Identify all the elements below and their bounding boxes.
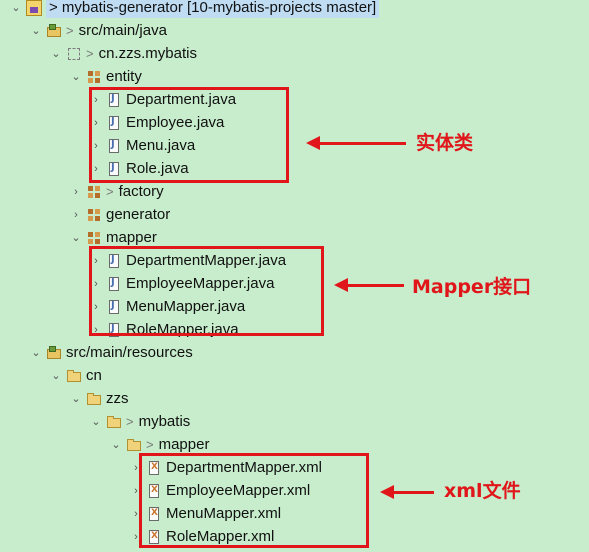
chevron-right-icon[interactable]: › [70, 186, 82, 198]
tree-item-folder-cn[interactable]: ⌄ cn [0, 364, 589, 387]
git-decoration-icon: > [126, 414, 134, 429]
tree-item-label: cn.zzs.mybatis [98, 44, 197, 62]
xml-files-highlight-box [139, 453, 369, 548]
chevron-down-icon[interactable]: ⌄ [50, 48, 62, 60]
tree-item-label: factory [118, 182, 164, 200]
xml-annotation: xml文件 [444, 480, 521, 502]
tree-item-folder-mybatis[interactable]: ⌄ > mybatis [0, 410, 589, 433]
package-icon [86, 207, 102, 223]
chevron-right-icon[interactable]: › [70, 209, 82, 221]
tree-item-pkg-cn-zzs-mybatis[interactable]: ⌄ > cn.zzs.mybatis [0, 42, 589, 65]
package-icon [86, 69, 102, 85]
entity-files-highlight-box [89, 87, 289, 183]
tree-item-pkg-entity[interactable]: ⌄ entity [0, 65, 589, 88]
tree-item-label: src/main/java [78, 21, 167, 39]
package-icon [86, 184, 102, 200]
git-decoration-icon: > [106, 184, 114, 199]
mapper-arrow-icon [334, 278, 404, 292]
chevron-down-icon[interactable]: ⌄ [50, 370, 62, 382]
tree-item-pkg-generator[interactable]: › generator [0, 203, 589, 226]
empty-package-icon [66, 46, 82, 62]
tree-item-label: cn [86, 366, 102, 384]
tree-item-label: > mybatis-generator [10-mybatis-projects… [46, 0, 380, 18]
mapper-annotation: Mapper接口 [412, 276, 532, 298]
chevron-down-icon[interactable]: ⌄ [10, 2, 22, 14]
folder-icon [106, 414, 122, 430]
xml-arrow-icon [380, 485, 434, 499]
project-icon [26, 0, 42, 16]
chevron-down-icon[interactable]: ⌄ [70, 232, 82, 244]
tree-item-folder-zzs[interactable]: ⌄ zzs [0, 387, 589, 410]
entity-annotation: 实体类 [416, 132, 474, 154]
chevron-down-icon[interactable]: ⌄ [30, 25, 42, 37]
tree-item-label: src/main/resources [66, 343, 193, 361]
tree-item-label: zzs [106, 389, 129, 407]
git-decoration-icon: > [86, 46, 94, 61]
tree-item-label: mapper [106, 228, 157, 246]
entity-arrow-icon [306, 136, 406, 150]
tree-item-pkg-factory[interactable]: › > factory [0, 180, 589, 203]
chevron-down-icon[interactable]: ⌄ [90, 416, 102, 428]
chevron-down-icon[interactable]: ⌄ [70, 393, 82, 405]
mapper-java-highlight-box [89, 246, 324, 336]
tree-item-label: generator [106, 205, 171, 223]
package-icon [86, 230, 102, 246]
folder-icon [126, 437, 142, 453]
tree-item-label: mybatis [138, 412, 191, 430]
tree-item-label: mapper [158, 435, 210, 453]
tree-item-project[interactable]: ⌄ > mybatis-generator [10-mybatis-project… [0, 0, 589, 19]
folder-icon [66, 368, 82, 384]
chevron-down-icon[interactable]: ⌄ [110, 439, 122, 451]
chevron-down-icon[interactable]: ⌄ [70, 71, 82, 83]
folder-icon [86, 391, 102, 407]
git-decoration-icon: > [146, 437, 154, 452]
chevron-down-icon[interactable]: ⌄ [30, 347, 42, 359]
source-folder-icon [46, 345, 62, 361]
source-folder-icon [46, 23, 62, 39]
git-decoration-icon: > [66, 23, 74, 38]
tree-item-label: entity [106, 67, 142, 85]
tree-item-src-main-resources[interactable]: ⌄ src/main/resources [0, 341, 589, 364]
tree-item-src-main-java[interactable]: ⌄ > src/main/java [0, 19, 589, 42]
